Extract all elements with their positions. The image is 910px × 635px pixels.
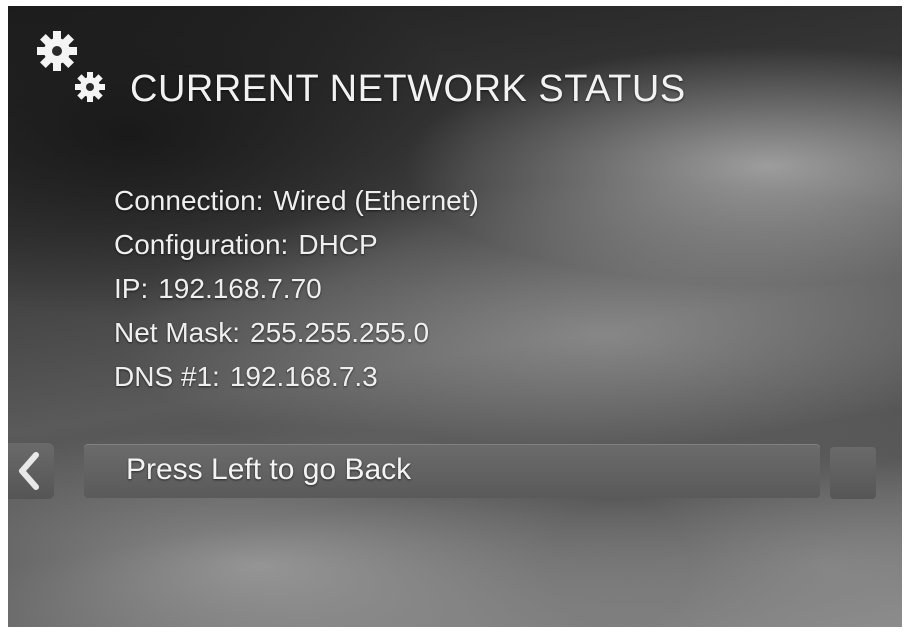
net-mask-row: Net Mask: 255.255.255.0 (114, 311, 479, 355)
chevron-left-icon (19, 452, 39, 490)
net-mask-label: Net Mask: (114, 317, 241, 348)
dns1-value: 192.168.7.3 (229, 361, 378, 392)
network-status-screen: CURRENT NETWORK STATUS Connection: Wired … (8, 6, 902, 627)
connection-label: Connection: (114, 185, 264, 216)
configuration-value: DHCP (298, 229, 378, 260)
dns1-row: DNS #1: 192.168.7.3 (114, 355, 479, 399)
back-button[interactable]: Press Left to go Back (84, 444, 820, 498)
configuration-row: Configuration: DHCP (114, 223, 479, 267)
connection-value: Wired (Ethernet) (273, 185, 479, 216)
ip-label: IP: (114, 273, 149, 304)
side-indicator (830, 447, 876, 499)
network-info-list: Connection: Wired (Ethernet) Configuratio… (114, 179, 479, 399)
net-mask-value: 255.255.255.0 (250, 317, 430, 348)
dns1-label: DNS #1: (114, 361, 220, 392)
ip-value: 192.168.7.70 (158, 273, 322, 304)
gears-icon (32, 24, 112, 114)
configuration-label: Configuration: (114, 229, 289, 260)
back-arrow-button[interactable] (8, 443, 54, 499)
ip-row: IP: 192.168.7.70 (114, 267, 479, 311)
connection-row: Connection: Wired (Ethernet) (114, 179, 479, 223)
page-title: CURRENT NETWORK STATUS (130, 68, 686, 110)
back-button-label: Press Left to go Back (126, 453, 412, 486)
